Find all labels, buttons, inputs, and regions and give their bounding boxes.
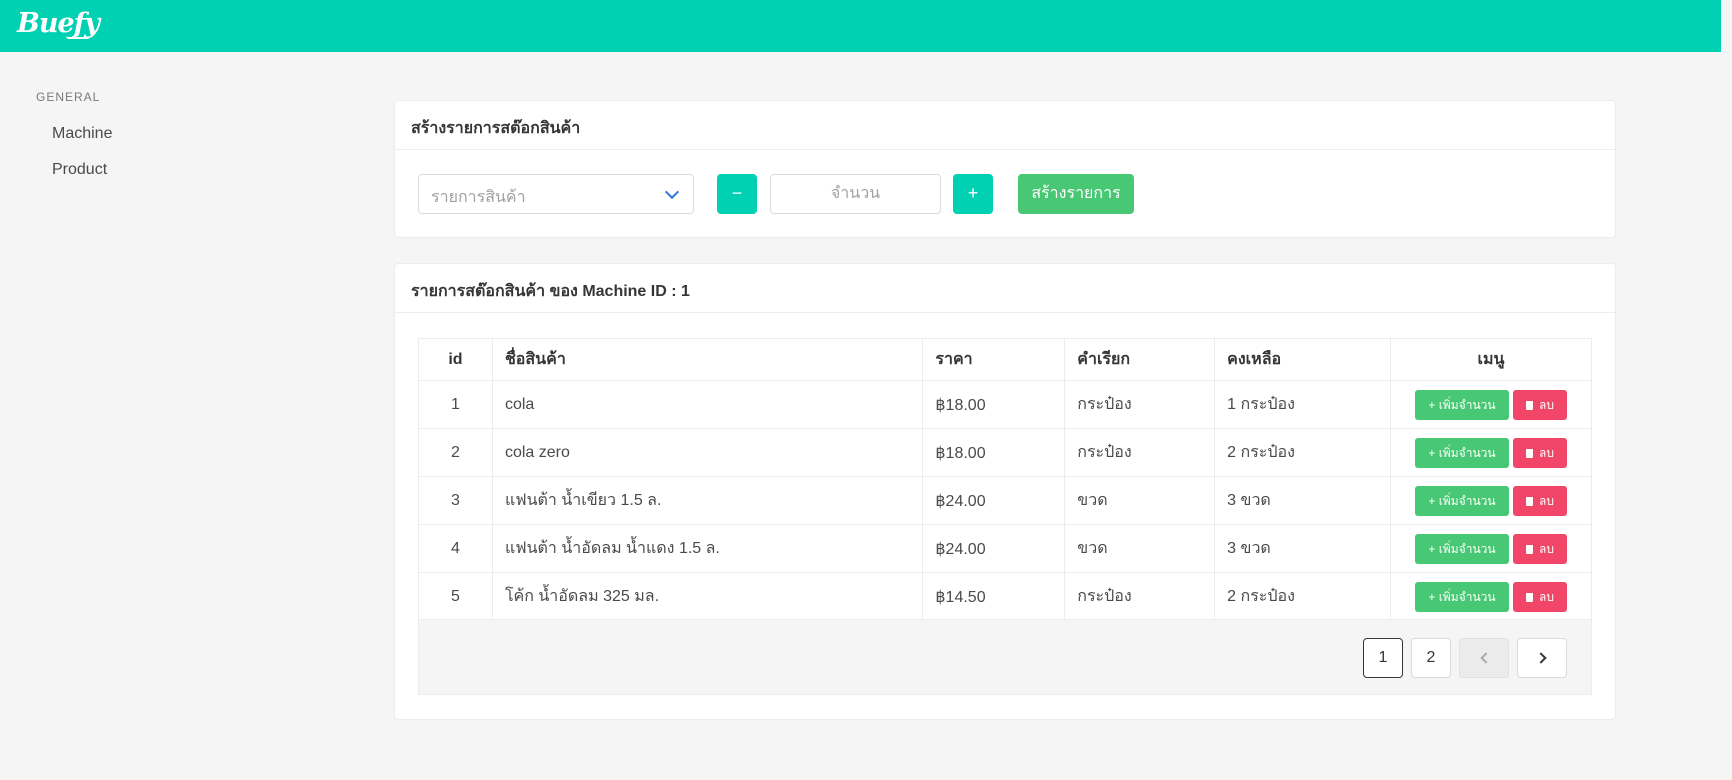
trash-icon	[1526, 448, 1533, 458]
table-row: 3 แฟนต้า น้ำเขียว 1.5 ล. ฿24.00 ขวด 3 ขว…	[418, 476, 1592, 525]
cell-remaining: 3 ขวด	[1214, 476, 1391, 525]
cell-id: 1	[418, 380, 493, 429]
cell-price: ฿14.50	[922, 572, 1066, 621]
next-page-button[interactable]	[1517, 638, 1567, 678]
table-row: 2 cola zero ฿18.00 กระป๋อง 2 กระป๋อง + เ…	[418, 428, 1592, 477]
cell-actions: + เพิ่มจำนวน ลบ	[1390, 476, 1592, 525]
cell-unit: ขวด	[1064, 476, 1216, 525]
cell-remaining: 3 ขวด	[1214, 524, 1391, 573]
cell-name: cola	[491, 380, 924, 429]
table-row: 1 cola ฿18.00 กระป๋อง 1 กระป๋อง + เพิ่มจ…	[418, 380, 1592, 429]
cell-id: 2	[418, 428, 493, 477]
page-2-button[interactable]: 2	[1411, 638, 1451, 678]
sidebar-menu: Machine Product	[36, 118, 128, 190]
decrease-quantity-button[interactable]: −	[717, 174, 757, 214]
delete-button-label: ลบ	[1539, 445, 1554, 460]
delete-button-label: ลบ	[1539, 589, 1554, 604]
chevron-left-icon	[1479, 652, 1492, 664]
product-select[interactable]: รายการสินค้า	[418, 174, 694, 214]
increase-quantity-button[interactable]: +	[953, 174, 993, 214]
trash-icon	[1526, 400, 1533, 410]
trash-icon	[1526, 592, 1533, 602]
add-quantity-button[interactable]: + เพิ่มจำนวน	[1415, 485, 1509, 516]
cell-name: โค้ก น้ำอัดลม 325 มล.	[491, 572, 924, 621]
stock-table: id ชื่อสินค้า ราคา คำเรียก คงเหลือ เมนู …	[418, 338, 1592, 621]
column-header-name[interactable]: ชื่อสินค้า	[491, 338, 924, 381]
delete-button[interactable]: ลบ	[1513, 485, 1567, 516]
add-quantity-button[interactable]: + เพิ่มจำนวน	[1415, 581, 1509, 612]
cell-actions: + เพิ่มจำนวน ลบ	[1390, 572, 1592, 621]
cell-actions: + เพิ่มจำนวน ลบ	[1390, 524, 1592, 573]
trash-icon	[1526, 544, 1533, 554]
cell-price: ฿18.00	[922, 428, 1066, 477]
table-header-row: id ชื่อสินค้า ราคา คำเรียก คงเหลือ เมนู	[418, 338, 1592, 381]
cell-remaining: 2 กระป๋อง	[1214, 428, 1391, 477]
create-stock-button[interactable]: สร้างรายการ	[1018, 174, 1134, 214]
cell-id: 4	[418, 524, 493, 573]
column-header-menu: เมนู	[1390, 338, 1592, 381]
trash-icon	[1526, 496, 1533, 506]
stock-list-card: รายการสต๊อกสินค้า ของ Machine ID : 1 id …	[394, 263, 1616, 720]
delete-button-label: ลบ	[1539, 541, 1554, 556]
cell-name: แฟนต้า น้ำเขียว 1.5 ล.	[491, 476, 924, 525]
delete-button[interactable]: ลบ	[1513, 581, 1567, 612]
delete-button-label: ลบ	[1539, 397, 1554, 412]
delete-button-label: ลบ	[1539, 493, 1554, 508]
stock-list-card-title: รายการสต๊อกสินค้า ของ Machine ID : 1	[395, 264, 1615, 313]
product-select-placeholder: รายการสินค้า	[431, 189, 526, 206]
cell-id: 5	[418, 572, 493, 621]
chevron-down-icon	[664, 184, 680, 200]
cell-remaining: 2 กระป๋อง	[1214, 572, 1391, 621]
cell-actions: + เพิ่มจำนวน ลบ	[1390, 380, 1592, 429]
cell-id: 3	[418, 476, 493, 525]
quantity-input[interactable]: จำนวน	[770, 174, 941, 214]
column-header-unit[interactable]: คำเรียก	[1064, 338, 1216, 381]
brand-logo-swoosh	[66, 36, 90, 39]
sidebar-item-machine[interactable]: Machine	[36, 118, 128, 154]
cell-unit: กระป๋อง	[1064, 380, 1216, 429]
add-quantity-button[interactable]: + เพิ่มจำนวน	[1415, 533, 1509, 564]
table-row: 5 โค้ก น้ำอัดลม 325 มล. ฿14.50 กระป๋อง 2…	[418, 572, 1592, 621]
table-row: 4 แฟนต้า น้ำอัดลม น้ำแดง 1.5 ล. ฿24.00 ข…	[418, 524, 1592, 573]
column-header-id[interactable]: id	[418, 338, 493, 381]
column-header-remaining[interactable]: คงเหลือ	[1214, 338, 1391, 381]
add-quantity-button[interactable]: + เพิ่มจำนวน	[1415, 437, 1509, 468]
page-1-button[interactable]: 1	[1363, 638, 1403, 678]
column-header-price[interactable]: ราคา	[922, 338, 1066, 381]
cell-price: ฿24.00	[922, 524, 1066, 573]
cell-price: ฿24.00	[922, 476, 1066, 525]
top-navbar: Buefy	[0, 0, 1721, 52]
create-stock-card-title: สร้างรายการสต๊อกสินค้า	[395, 101, 1615, 150]
cell-remaining: 1 กระป๋อง	[1214, 380, 1391, 429]
cell-name: cola zero	[491, 428, 924, 477]
delete-button[interactable]: ลบ	[1513, 533, 1567, 564]
sidebar-item-product[interactable]: Product	[36, 154, 128, 190]
cell-unit: ขวด	[1064, 524, 1216, 573]
add-quantity-button[interactable]: + เพิ่มจำนวน	[1415, 389, 1509, 420]
cell-unit: กระป๋อง	[1064, 572, 1216, 621]
delete-button[interactable]: ลบ	[1513, 437, 1567, 468]
cell-actions: + เพิ่มจำนวน ลบ	[1390, 428, 1592, 477]
create-stock-card: สร้างรายการสต๊อกสินค้า รายการสินค้า − จำ…	[394, 100, 1616, 238]
cell-unit: กระป๋อง	[1064, 428, 1216, 477]
delete-button[interactable]: ลบ	[1513, 389, 1567, 420]
pagination-bar: 1 2	[418, 619, 1592, 695]
sidebar-section-label: GENERAL	[36, 90, 101, 104]
sidebar: GENERAL Machine Product	[36, 90, 128, 190]
cell-name: แฟนต้า น้ำอัดลม น้ำแดง 1.5 ล.	[491, 524, 924, 573]
brand-logo[interactable]: Buefy	[17, 8, 100, 39]
chevron-right-icon	[1534, 652, 1547, 664]
cell-price: ฿18.00	[922, 380, 1066, 429]
previous-page-button[interactable]	[1459, 638, 1509, 678]
